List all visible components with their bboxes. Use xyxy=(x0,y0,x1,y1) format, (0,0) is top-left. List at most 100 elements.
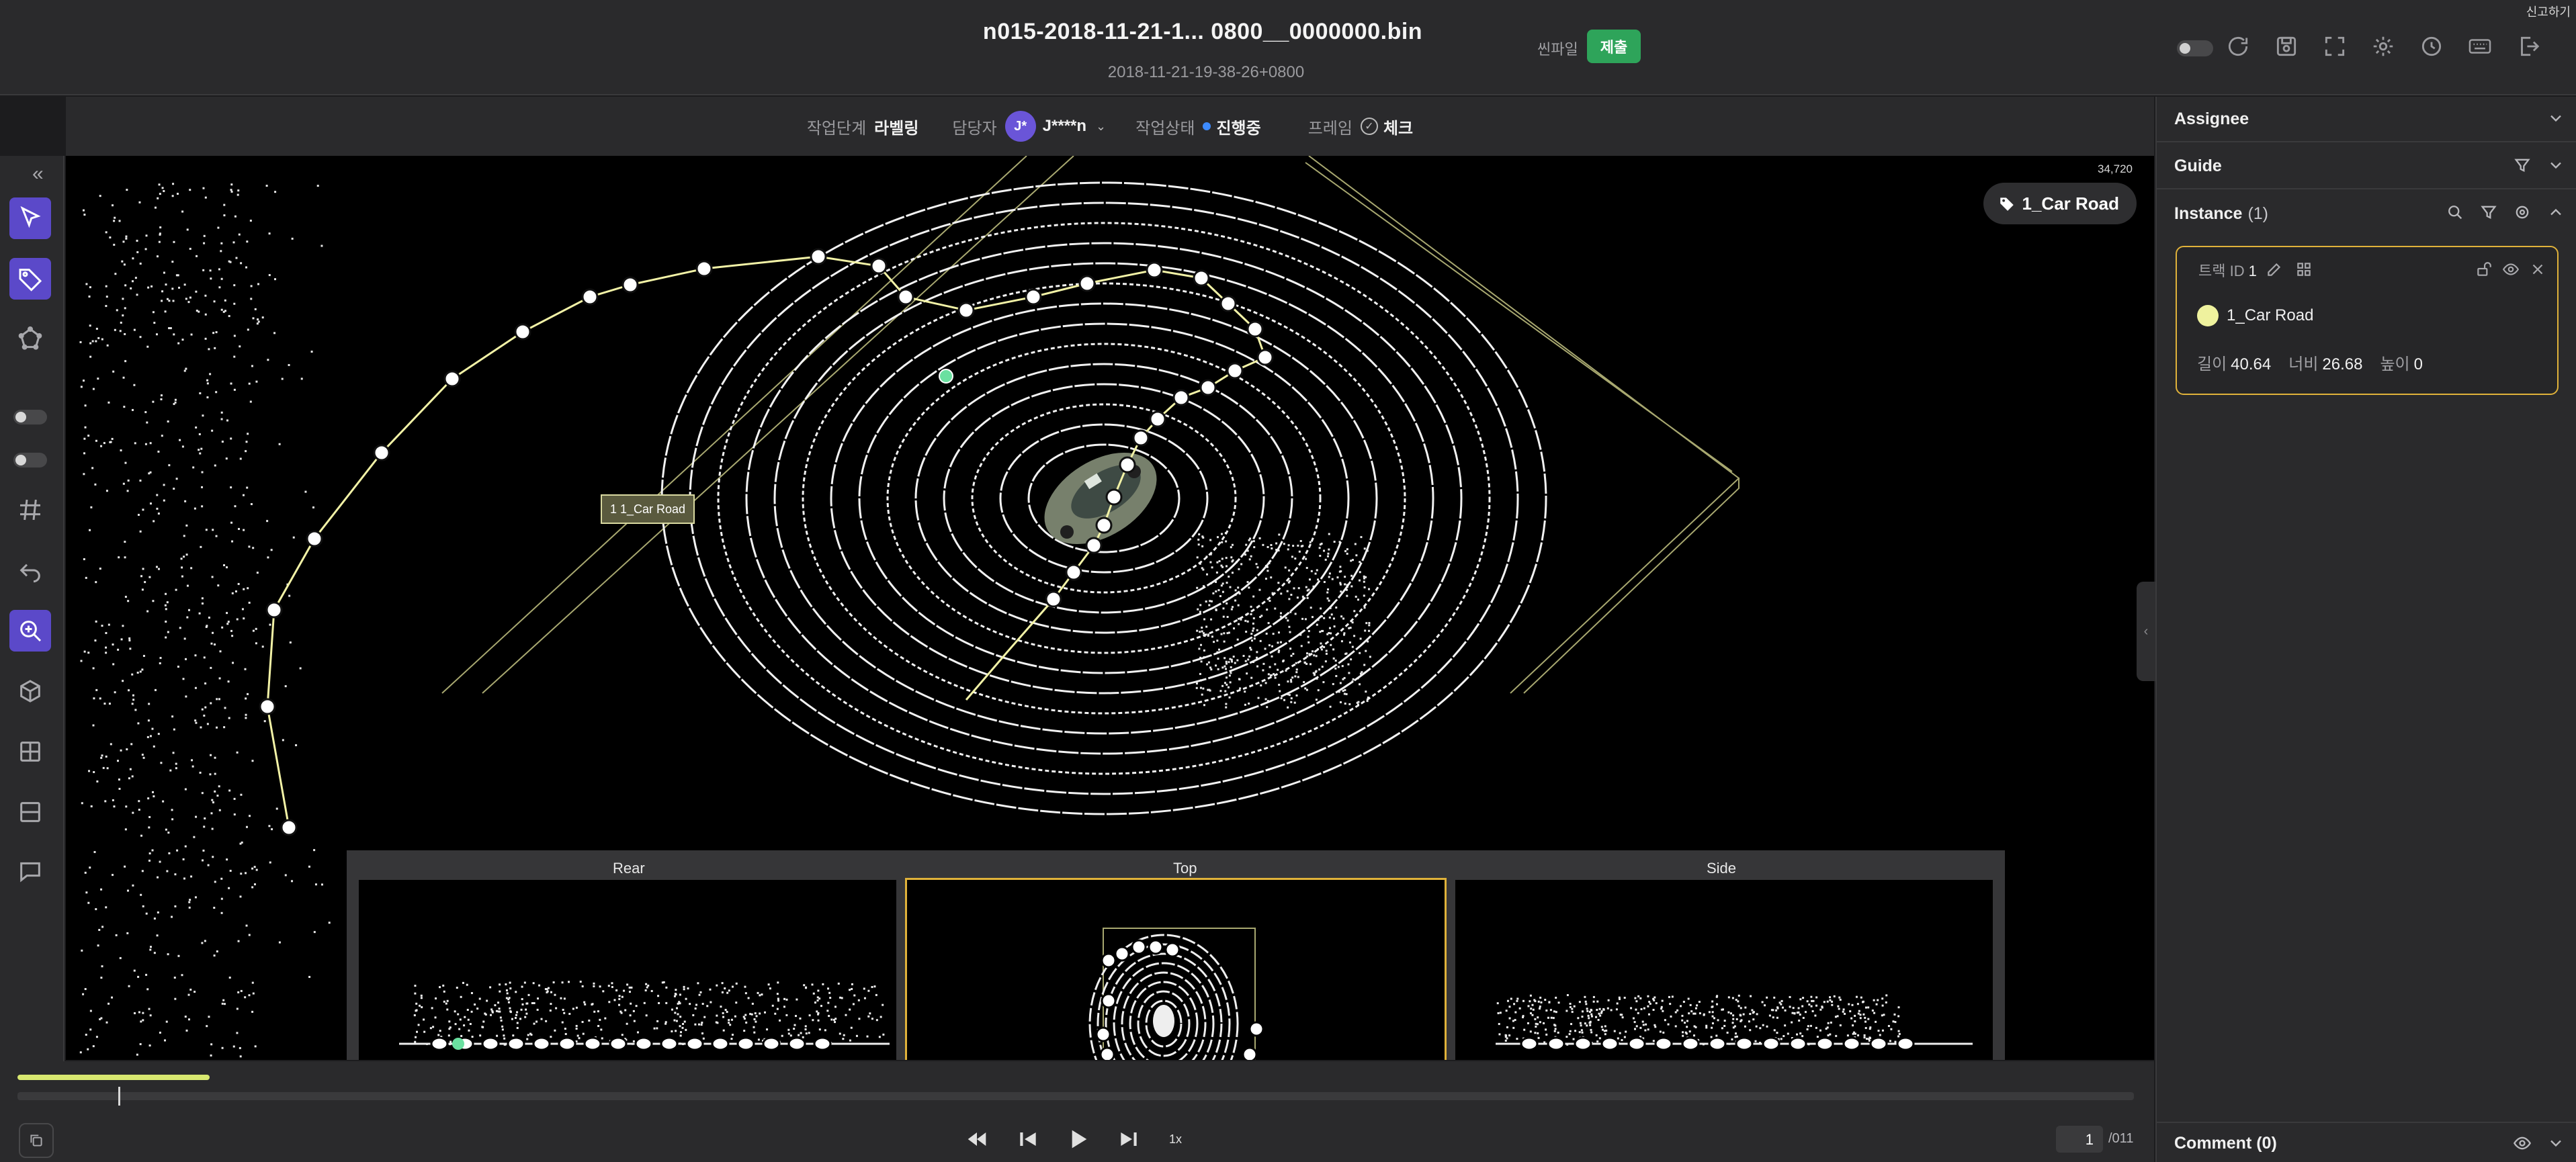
top-bar: n015-2018-11-21-1... 0800__0000000.bin 2… xyxy=(0,0,2576,95)
point-count: 34,720 xyxy=(2098,163,2133,175)
chevron-down-icon[interactable]: ⌄ xyxy=(1096,120,1106,134)
unlock-icon[interactable] xyxy=(2475,261,2493,278)
comment-section-header[interactable]: Comment (0) xyxy=(2157,1122,2576,1162)
frame-total: /011 xyxy=(2108,1131,2134,1146)
settings-gear-icon[interactable] xyxy=(2370,34,2396,59)
instance-dimensions: 길이 40.64 너비 26.68 높이 0 xyxy=(2197,351,2440,374)
width-value: 26.68 xyxy=(2322,355,2363,373)
collapse-left-icon[interactable]: « xyxy=(32,163,44,185)
work-status-label: 작업상태 xyxy=(1135,119,1195,138)
rear-view-title: Rear xyxy=(613,860,645,877)
guide-section-title: Guide xyxy=(2174,156,2222,175)
timeline-track[interactable] xyxy=(17,1092,2134,1100)
assignee-section-title: Assignee xyxy=(2174,109,2249,128)
3d-cube-icon[interactable] xyxy=(9,670,51,712)
track-id-label: 트랙 ID xyxy=(2198,263,2245,279)
work-status-bar: 작업단계 라벨링 담당자 J* J****n ⌄ 작업상태 진행중 프레임 ✓ … xyxy=(66,97,2154,156)
assignee-avatar[interactable]: J* xyxy=(1004,111,1036,142)
rear-view[interactable] xyxy=(359,880,896,1060)
point-toggle-1[interactable] xyxy=(13,410,47,424)
visibility-eye-icon[interactable] xyxy=(2502,261,2520,278)
length-label: 길이 xyxy=(2197,355,2227,373)
track-id-value: 1 xyxy=(2248,263,2257,279)
instance-card[interactable]: 트랙 ID 1 1_Car Road 길이 40.64 너비 26.68 높이 0 xyxy=(2176,246,2559,395)
assignee-section-header[interactable]: Assignee xyxy=(2157,97,2576,142)
report-link[interactable]: 신고하기 xyxy=(2526,3,2571,20)
guide-section-header[interactable]: Guide xyxy=(2157,144,2576,189)
chevron-down-icon[interactable] xyxy=(2546,156,2565,175)
exit-icon[interactable] xyxy=(2516,34,2541,59)
comment-icon[interactable] xyxy=(9,850,51,892)
stage-value: 라벨링 xyxy=(874,119,919,138)
visibility-eye-icon[interactable] xyxy=(2513,1134,2532,1153)
filter-icon[interactable] xyxy=(2479,203,2498,222)
file-title: n015-2018-11-21-1... 0800__0000000.bin xyxy=(982,19,1423,44)
layout-quad-icon[interactable] xyxy=(9,731,51,772)
chevron-up-icon[interactable] xyxy=(2546,203,2565,222)
top-view-title: Top xyxy=(1173,860,1197,877)
next-frame-icon[interactable] xyxy=(1115,1126,1142,1153)
play-icon[interactable] xyxy=(1064,1126,1091,1153)
search-icon[interactable] xyxy=(2446,203,2464,222)
layout-split-icon[interactable] xyxy=(9,791,51,833)
point-cloud-viewport[interactable]: 34,720 1_Car Road 1 1_Car Road Rear Top … xyxy=(66,156,2154,1060)
active-class-pill[interactable]: 1_Car Road xyxy=(1983,183,2137,224)
polygon-tool-icon[interactable] xyxy=(9,318,51,360)
instance-section-title: Instance xyxy=(2174,204,2243,223)
top-view[interactable] xyxy=(905,878,1447,1060)
edit-pencil-icon[interactable] xyxy=(2266,261,2283,278)
current-frame-input[interactable]: 1 xyxy=(2056,1126,2103,1153)
point-toggle-2[interactable] xyxy=(13,453,47,467)
orthographic-views-panel: Rear Top Side xyxy=(347,850,2005,1060)
chevron-down-icon[interactable] xyxy=(2546,109,2565,128)
history-clock-icon[interactable] xyxy=(2419,34,2444,59)
side-view[interactable] xyxy=(1455,880,1993,1060)
close-icon[interactable] xyxy=(2529,261,2546,278)
undo-icon[interactable] xyxy=(9,549,51,591)
tag-icon xyxy=(1998,195,2016,212)
timeline-cursor[interactable] xyxy=(118,1087,120,1106)
chevron-down-icon[interactable] xyxy=(2546,1134,2565,1153)
previous-frame-icon[interactable] xyxy=(1015,1126,1041,1153)
status-dot-icon xyxy=(1203,122,1211,130)
panel-resize-handle[interactable]: ‹ xyxy=(2137,582,2155,681)
instance-count: (1) xyxy=(2247,204,2268,223)
scene-file-label[interactable]: 씬파일 xyxy=(1537,38,1578,59)
copy-frame-button[interactable] xyxy=(19,1123,54,1158)
instance-section-header[interactable]: Instance (1) xyxy=(2157,191,2576,236)
left-toolbar: « xyxy=(0,156,65,1162)
select-pointer-tool[interactable] xyxy=(9,197,51,239)
save-icon[interactable] xyxy=(2274,34,2299,59)
work-status-value: 진행중 xyxy=(1216,119,1261,138)
grid-hash-icon[interactable] xyxy=(9,489,51,531)
frame-label: 프레임 xyxy=(1307,119,1353,138)
settings-gear-icon[interactable] xyxy=(2513,203,2532,222)
assignee-label: 담당자 xyxy=(952,119,997,138)
class-tag-tool[interactable] xyxy=(9,258,51,300)
file-timestamp: 2018-11-21-19-38-26+0800 xyxy=(1107,63,1305,81)
stage-label: 작업단계 xyxy=(806,119,867,138)
fullscreen-icon[interactable] xyxy=(2322,34,2348,59)
rewind-icon[interactable] xyxy=(963,1126,990,1153)
active-class-name: 1_Car Road xyxy=(2022,193,2120,214)
view-mode-toggle[interactable] xyxy=(2177,40,2213,56)
class-color-swatch xyxy=(2197,305,2219,326)
height-value: 0 xyxy=(2413,355,2423,373)
playback-speed[interactable]: 1x xyxy=(1169,1132,1182,1147)
frame-timeline: 1x 1 /011 xyxy=(0,1061,2154,1162)
comment-section-title: Comment (0) xyxy=(2174,1134,2277,1153)
instance-label-tag[interactable]: 1 1_Car Road xyxy=(601,494,695,524)
refresh-icon[interactable] xyxy=(2225,34,2251,59)
polyline-annotation[interactable] xyxy=(259,248,1274,836)
frame-check-value[interactable]: 체크 xyxy=(1383,115,1413,138)
zoom-in-tool[interactable] xyxy=(9,610,51,652)
loaded-progress-bar xyxy=(17,1075,210,1080)
assignee-name[interactable]: J****n xyxy=(1043,117,1086,136)
length-value: 40.64 xyxy=(2231,355,2272,373)
keyboard-shortcuts-icon[interactable] xyxy=(2467,34,2493,59)
grid-icon[interactable] xyxy=(2295,261,2313,278)
submit-button[interactable]: 제출 xyxy=(1587,30,1641,63)
instance-class-name: 1_Car Road xyxy=(2227,306,2314,324)
filter-icon[interactable] xyxy=(2513,156,2532,175)
check-circle-icon[interactable]: ✓ xyxy=(1360,118,1378,135)
